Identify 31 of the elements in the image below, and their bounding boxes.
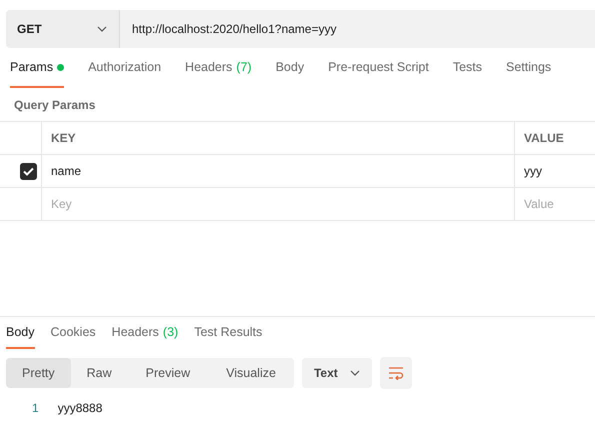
wrap-lines-icon (388, 366, 404, 380)
view-mode-tab[interactable]: Visualize (208, 358, 294, 388)
column-header: VALUE (523, 130, 565, 147)
response-tab[interactable]: Test Results (194, 317, 262, 349)
check-icon (23, 166, 34, 176)
caret-icon (350, 370, 360, 376)
view-mode-tab[interactable]: Pretty (6, 358, 71, 388)
table-cell-text: yyy (523, 163, 543, 180)
url-field[interactable]: http://localhost:2020/hello1?name=yyy (120, 10, 595, 48)
request-tab[interactable]: Settings (506, 48, 552, 88)
response-tab[interactable]: Body (6, 317, 34, 349)
method-dropdown[interactable]: GET (6, 10, 120, 48)
section-title: Query Params (13, 97, 96, 114)
request-tab[interactable]: Params (10, 48, 64, 88)
request-tab[interactable]: Headers (7) (185, 48, 252, 88)
request-tab[interactable]: Pre-request Script (328, 48, 429, 88)
wrap-button[interactable] (380, 357, 412, 389)
request-tab[interactable]: Body (276, 48, 304, 88)
code-line: yyy8888 (58, 401, 102, 415)
column-header: KEY (42, 122, 515, 154)
caret-icon (97, 26, 107, 32)
view-mode-tab[interactable]: Preview (128, 358, 208, 388)
response-tab[interactable]: Cookies (50, 317, 96, 349)
request-tab[interactable]: Tests (452, 48, 482, 88)
table-cell: name (42, 155, 515, 187)
request-tab[interactable]: Authorization (88, 48, 162, 88)
format-dropdown[interactable]: Text (302, 358, 372, 388)
line-number: 1 (32, 401, 39, 415)
view-mode-tab[interactable]: Raw (70, 358, 128, 388)
response-tab[interactable]: Headers (3) (112, 317, 178, 349)
checkbox[interactable] (20, 162, 37, 180)
